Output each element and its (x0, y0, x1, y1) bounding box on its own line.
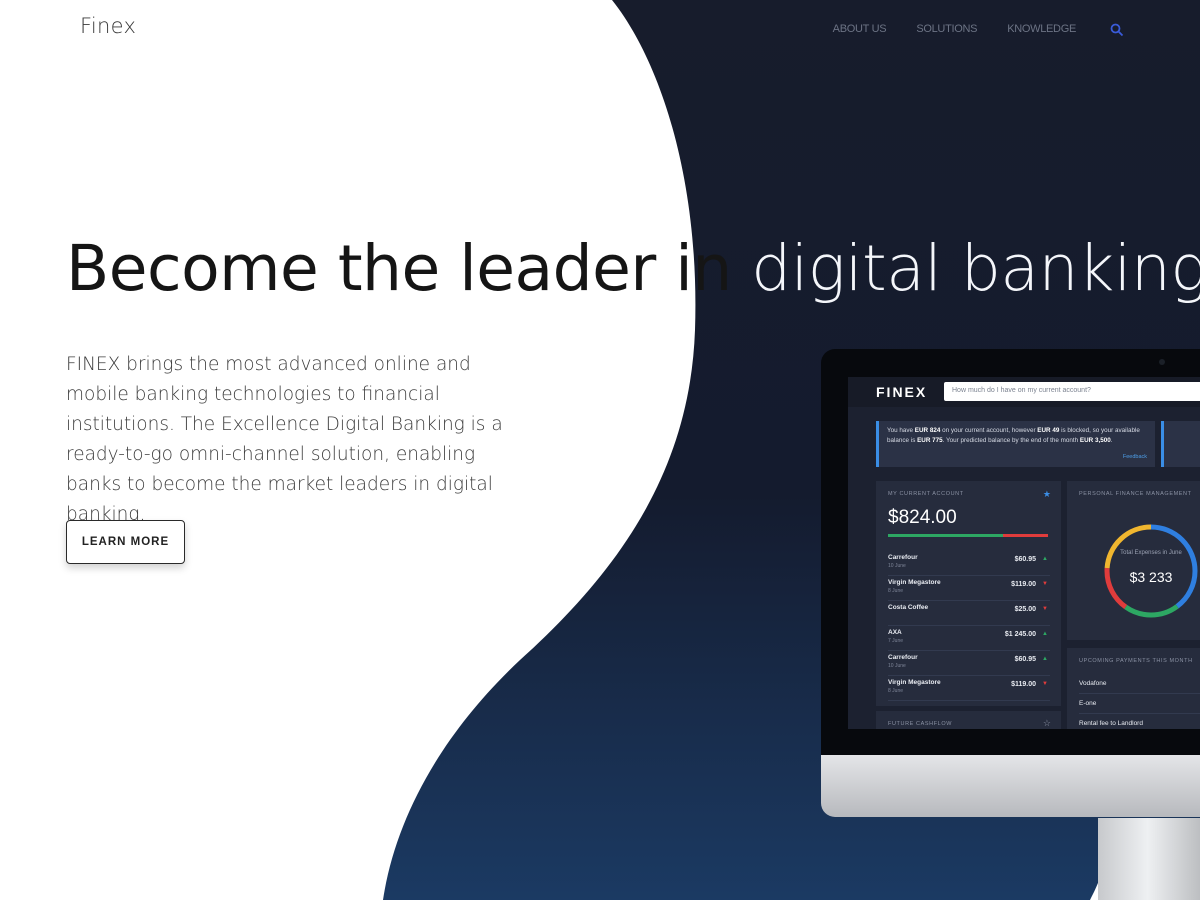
learn-more-button[interactable]: LEARN MORE (66, 520, 185, 564)
arrow-down-icon: ▼ (1042, 681, 1048, 687)
headline-dark-part: Become the leader in (66, 232, 732, 305)
transaction-amount: $60.95 (1014, 656, 1036, 663)
search-icon[interactable] (1110, 22, 1124, 37)
monitor-stand (1098, 818, 1200, 900)
transaction-date: 10 June (888, 563, 906, 569)
transaction-name: Costa Coffee (888, 604, 929, 611)
main-nav: ABOUT US SOLUTIONS KNOWLEDGE (803, 22, 1124, 37)
personal-finance-card: PERSONAL FINANCE MANAGEMENT Total Expens… (1067, 481, 1200, 640)
arrow-up-icon: ▲ (1042, 556, 1048, 562)
app-top-bar: FINEX How much do I have on my current a… (848, 377, 1200, 407)
notice-text: . (1110, 437, 1113, 444)
notice-amount: EUR 824 (914, 427, 941, 434)
transaction-amount: $119.00 (1011, 581, 1036, 588)
transaction-row: AXA 7 June $1 245.00 ▲ (888, 626, 1050, 651)
transaction-amount: $119.00 (1011, 681, 1036, 688)
transaction-amount: $25.00 (1014, 606, 1036, 613)
notice-amount: EUR 775 (917, 437, 943, 444)
card-title: MY CURRENT ACCOUNT (888, 491, 964, 497)
future-cashflow-card: FUTURE CASHFLOW ☆ (876, 711, 1061, 729)
monitor-chin (821, 755, 1200, 817)
transaction-name: AXA (888, 629, 902, 636)
notice-text: on your current account, however (940, 427, 1038, 434)
arrow-up-icon: ▲ (1042, 656, 1048, 662)
headline-light-part: digital banking (751, 232, 1200, 305)
arrow-down-icon: ▼ (1042, 581, 1048, 587)
transaction-row: Carrefour 10 June $60.95 ▲ (888, 651, 1050, 676)
transaction-date: 7 June (888, 638, 904, 644)
transaction-amount: $1 245.00 (1004, 631, 1036, 638)
app-search-input: How much do I have on my current account… (944, 382, 1200, 401)
notice-amount: EUR 3,500 (1079, 437, 1111, 444)
hero-headline: Become the leader in digital banking (66, 232, 1200, 305)
transaction-amount: $60.95 (1014, 556, 1036, 563)
transaction-name: Carrefour (888, 654, 918, 661)
nav-about-us[interactable]: ABOUT US (833, 23, 887, 35)
account-balance: $824.00 (888, 507, 957, 528)
hero-intro-text: FINEX brings the most advanced online an… (66, 354, 503, 525)
monitor-frame: FINEX How much do I have on my current a… (821, 349, 1200, 757)
transaction-row: Costa Coffee $25.00 ▼ (888, 601, 1050, 626)
nav-solutions[interactable]: SOLUTIONS (916, 23, 977, 35)
transaction-list: Carrefour 10 June $60.95 ▲ Virgin Megastore 8… (888, 551, 1050, 701)
transaction-row: Carrefour 10 June $60.95 ▲ (888, 551, 1050, 576)
feedback-link: Feedback (1122, 454, 1147, 460)
card-title: PERSONAL FINANCE MANAGEMENT (1079, 491, 1192, 497)
current-account-card: MY CURRENT ACCOUNT ★ $824.00 Carrefour 10… (876, 481, 1061, 706)
nav-knowledge[interactable]: KNOWLEDGE (1007, 23, 1076, 35)
balance-notice: You have EUR 824 on your current account… (876, 421, 1155, 467)
notice-text: You have (887, 427, 915, 434)
payment-list: Vodafone E-one Rental fee to Landlord (1079, 674, 1200, 729)
transaction-name: Virgin Megastore (888, 679, 941, 686)
transaction-date: 8 June (888, 688, 904, 694)
transaction-name: Virgin Megastore (888, 579, 941, 586)
transaction-date: 8 June (888, 588, 904, 594)
star-filled-icon: ★ (1042, 489, 1051, 499)
notice-amount: EUR 49 (1037, 427, 1060, 434)
card-title: FUTURE CASHFLOW (888, 721, 952, 727)
card-title: UPCOMING PAYMENTS THIS MONTH (1079, 658, 1193, 664)
upcoming-payments-card: UPCOMING PAYMENTS THIS MONTH Vodafone E-… (1067, 648, 1200, 729)
app-logo: FINEX (876, 384, 928, 400)
monitor-mockup: FINEX How much do I have on my current a… (821, 349, 1200, 819)
arrow-down-icon: ▼ (1042, 606, 1048, 612)
transaction-row: Virgin Megastore 8 June $119.00 ▼ (888, 576, 1050, 601)
payment-item: E-one (1079, 694, 1200, 714)
donut-label: Total Expenses in June (1120, 550, 1182, 556)
star-outline-icon: ☆ (1042, 718, 1051, 728)
brand-logo[interactable]: Finex (80, 14, 136, 38)
notice-text: . Your predicted balance by the end of t… (942, 437, 1080, 444)
donut-value: $3 233 (1129, 569, 1173, 585)
transaction-row: Virgin Megastore 8 June $119.00 ▼ (888, 676, 1050, 701)
payment-item: Rental fee to Landlord (1079, 714, 1200, 729)
arrow-up-icon: ▲ (1042, 631, 1048, 637)
app-screen: FINEX How much do I have on my current a… (848, 377, 1200, 729)
payment-item: Vodafone (1079, 674, 1200, 694)
monitor-camera (1159, 359, 1165, 365)
secondary-notice (1161, 421, 1200, 467)
transaction-date: 10 June (888, 663, 906, 669)
balance-bar (888, 534, 1048, 537)
transaction-name: Carrefour (888, 554, 918, 561)
